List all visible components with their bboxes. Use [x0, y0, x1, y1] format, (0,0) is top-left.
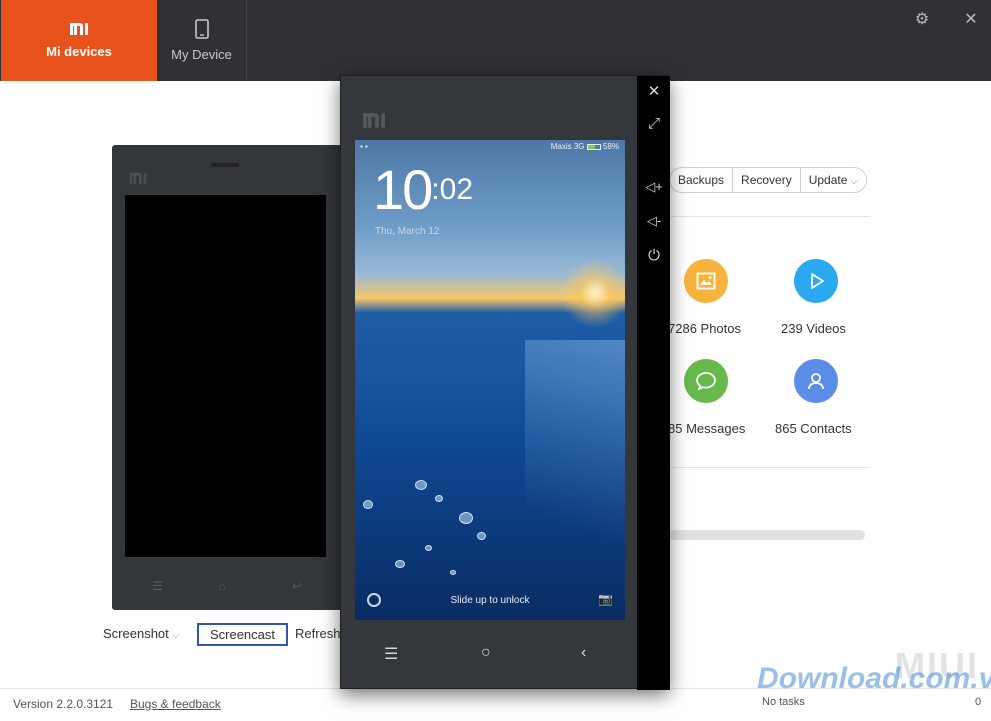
videos-icon[interactable] [794, 259, 838, 303]
lock-clock: 10:02 [373, 158, 474, 221]
bubble [363, 500, 373, 509]
chevron-down-icon: ⌵ [850, 176, 858, 186]
contacts-count[interactable]: 865 Contacts [775, 421, 852, 436]
tab-update[interactable]: Update ⌵ [799, 168, 866, 192]
divider [669, 216, 870, 217]
segment-tabs: Backups Recovery Update ⌵ [669, 167, 867, 193]
contacts-icon[interactable] [794, 359, 838, 403]
bubble [395, 560, 405, 568]
tasks-status: No tasks [762, 696, 805, 708]
phone-icon [194, 19, 209, 39]
tab-recovery[interactable]: Recovery [732, 168, 800, 192]
watermark: MIUI Download.com.vn [757, 645, 991, 695]
divider [669, 467, 870, 468]
volume-up-icon[interactable]: ◁+ [645, 178, 663, 196]
device-preview: ☰ ⌂ ↩ [112, 145, 342, 610]
watermark-site: Download.com.vn [757, 662, 991, 695]
bubble [415, 480, 427, 490]
lock-date: Thu, March 12 [375, 226, 440, 237]
sun-glow [560, 258, 625, 328]
mi-logo-icon [361, 112, 387, 134]
back-icon: ↩ [292, 579, 303, 593]
device-screen [125, 195, 326, 557]
carrier-text: Maxis 3G [550, 142, 585, 151]
tasks-count: 0 [975, 696, 982, 708]
bugs-feedback-link[interactable]: Bugs & feedback [130, 697, 221, 711]
lock-screen[interactable]: ▪ ▪ Maxis 3G 58% 10:02 Thu, March 12 Sli… [355, 140, 625, 620]
camera-icon[interactable]: 📷 [598, 592, 613, 606]
home-icon: ⌂ [218, 579, 226, 593]
speaker-grille [211, 163, 239, 167]
screenshot-label: Screenshot [103, 626, 169, 641]
screencast-controls: ✕ ⤢ ◁+ ◁- ⏻ [637, 76, 670, 690]
bubble [477, 532, 486, 540]
notification-icon: ▪ ▪ [360, 142, 368, 151]
tab-backups[interactable]: Backups [670, 168, 732, 192]
home-icon[interactable]: ○ [481, 644, 491, 662]
battery-icon [586, 143, 601, 150]
menu-icon: ☰ [152, 579, 163, 593]
back-icon[interactable]: ‹ [581, 644, 586, 662]
videos-count[interactable]: 239 Videos [781, 321, 846, 336]
top-bar: Mi devices My Device ⚙ ✕ [0, 0, 991, 81]
gear-icon[interactable]: ⚙ [914, 12, 930, 28]
screencast-window: ▪ ▪ Maxis 3G 58% 10:02 Thu, March 12 Sli… [340, 75, 670, 690]
close-icon[interactable]: ✕ [963, 12, 979, 28]
tab-mi-devices-label: Mi devices [46, 44, 112, 59]
battery-text: 58% [602, 142, 619, 151]
tab-mi-devices[interactable]: Mi devices [1, 0, 157, 81]
mi-logo-icon [129, 172, 147, 185]
bubble [425, 545, 432, 551]
app-window: Mi devices My Device ⚙ ✕ ☰ ⌂ ↩ Screensho… [0, 0, 991, 721]
volume-down-icon[interactable]: ◁- [645, 212, 663, 230]
photos-icon[interactable] [684, 259, 728, 303]
bubble [459, 512, 473, 524]
clock-hour: 10 [373, 158, 433, 221]
clock-minute: 02 [439, 173, 474, 206]
screencast-button[interactable]: Screencast [197, 623, 288, 646]
tab-my-device-label: My Device [171, 47, 232, 62]
refresh-button[interactable]: Refresh [295, 626, 341, 641]
status-right: Maxis 3G 58% [551, 142, 619, 151]
mi-logo-icon [70, 23, 88, 35]
bubble [450, 570, 456, 575]
phone-status-bar: ▪ ▪ Maxis 3G 58% [355, 140, 625, 154]
version-text: Version 2.2.0.3121 [13, 697, 114, 711]
unlock-hint: Slide up to unlock [450, 595, 530, 606]
menu-icon[interactable]: ☰ [384, 644, 398, 664]
storage-bar [669, 530, 865, 540]
screenshot-button[interactable]: Screenshot ⌵ [103, 626, 179, 641]
expand-icon[interactable]: ⤢ [645, 115, 663, 133]
tab-my-device[interactable]: My Device [157, 0, 247, 81]
power-icon[interactable]: ⏻ [645, 247, 663, 265]
messages-count[interactable]: 85 Messages [668, 421, 745, 436]
light-ray [525, 340, 625, 600]
photos-count[interactable]: 7286 Photos [668, 321, 741, 336]
chevron-down-icon: ⌵ [172, 630, 180, 640]
bubble [435, 495, 443, 502]
tab-update-label: Update [808, 173, 848, 187]
close-icon[interactable]: ✕ [645, 83, 663, 101]
messages-icon[interactable] [684, 359, 728, 403]
